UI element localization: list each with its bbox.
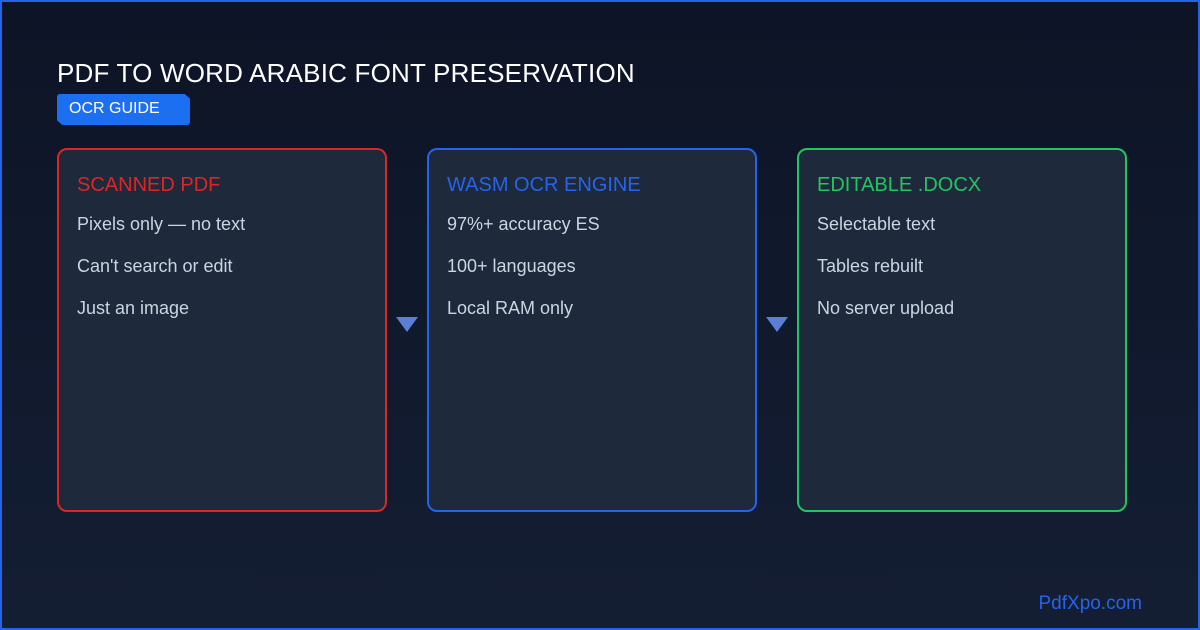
- category-badge: OCR GUIDE: [57, 94, 190, 125]
- card-title: EDITABLE .DOCX: [817, 174, 982, 196]
- card-title: WASM OCR ENGINE: [447, 174, 641, 196]
- card-item: No server upload: [817, 298, 955, 318]
- banner-canvas: PDF TO WORD ARABIC FONT PRESERVATION OCR…: [0, 0, 1200, 630]
- page-title: PDF TO WORD ARABIC FONT PRESERVATION: [57, 58, 635, 88]
- step-card-scanned-pdf: SCANNED PDF Pixels only — no text Can't …: [57, 148, 387, 512]
- card-item: Just an image: [77, 298, 190, 318]
- step-card-editable-docx: EDITABLE .DOCX Selectable text Tables re…: [797, 148, 1127, 512]
- card-item: 97%+ accuracy ES: [447, 214, 600, 234]
- flow-arrow-icon: [766, 317, 788, 332]
- site-link[interactable]: PdfXpo.com: [1039, 593, 1143, 615]
- card-item: Local RAM only: [447, 298, 574, 318]
- step-card-ocr-engine: WASM OCR ENGINE 97%+ accuracy ES 100+ la…: [427, 148, 757, 512]
- card-item: Tables rebuilt: [817, 256, 924, 276]
- flow-arrow-icon: [396, 317, 418, 332]
- card-item: Can't search or edit: [77, 256, 233, 276]
- card-item: Selectable text: [817, 214, 936, 234]
- card-item: Pixels only — no text: [77, 214, 246, 234]
- card-item: 100+ languages: [447, 256, 576, 276]
- card-title: SCANNED PDF: [77, 174, 221, 196]
